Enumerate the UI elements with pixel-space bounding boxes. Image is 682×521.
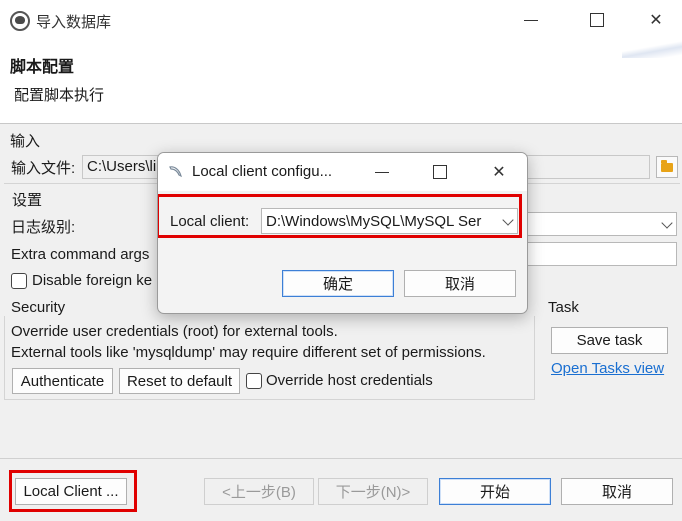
log-level-select[interactable] bbox=[520, 212, 677, 236]
minimize-icon[interactable] bbox=[519, 8, 543, 32]
folder-icon bbox=[661, 159, 673, 172]
disable-fk-label: Disable foreign ke bbox=[32, 272, 153, 289]
reset-to-default-button[interactable]: Reset to default bbox=[119, 368, 240, 394]
log-level-label: 日志级别: bbox=[11, 219, 76, 236]
page-subtitle: 配置脚本执行 bbox=[14, 87, 105, 104]
app-logo-icon bbox=[10, 11, 30, 31]
browse-file-button[interactable] bbox=[656, 156, 678, 178]
start-button[interactable]: 开始 bbox=[439, 478, 551, 505]
window-titlebar[interactable]: 导入数据库 ✕ bbox=[0, 0, 682, 40]
save-task-button[interactable]: Save task bbox=[551, 327, 668, 354]
override-host-checkbox[interactable] bbox=[246, 373, 262, 389]
task-group-label: Task bbox=[548, 299, 579, 316]
authenticate-button[interactable]: Authenticate bbox=[12, 368, 113, 394]
override-host-label: Override host credentials bbox=[266, 372, 433, 389]
input-file-label: 输入文件: bbox=[11, 160, 76, 177]
page-title: 脚本配置 bbox=[10, 59, 75, 76]
local-client-label: Local client: bbox=[170, 213, 250, 230]
security-text-line1: Override user credentials (root) for ext… bbox=[11, 323, 338, 340]
dialog-minimize-icon[interactable] bbox=[370, 160, 394, 184]
local-client-button[interactable]: Local Client ... bbox=[15, 478, 127, 505]
chevron-down-icon bbox=[502, 214, 514, 226]
footer-separator bbox=[0, 458, 682, 459]
local-client-value: D:\Windows\MySQL\MySQL Ser bbox=[266, 213, 482, 230]
dialog-close-icon[interactable]: ✕ bbox=[487, 160, 511, 184]
extra-args-label: Extra command args bbox=[11, 246, 150, 263]
local-client-dialog[interactable]: Local client configu... ✕ Local client: … bbox=[157, 152, 528, 314]
local-client-select[interactable]: D:\Windows\MySQL\MySQL Ser bbox=[261, 208, 518, 234]
chevron-down-icon bbox=[661, 217, 673, 229]
next-button[interactable]: 下一步(N)> bbox=[318, 478, 428, 505]
dialog-titlebar[interactable]: Local client configu... ✕ bbox=[158, 153, 527, 191]
disable-fk-checkbox[interactable] bbox=[11, 273, 27, 289]
dolphin-icon bbox=[169, 166, 182, 178]
dialog-cancel-button[interactable]: 取消 bbox=[404, 270, 516, 297]
settings-group-label: 设置 bbox=[12, 192, 43, 209]
close-icon[interactable]: ✕ bbox=[644, 8, 668, 32]
security-text-line2: External tools like 'mysqldump' may requ… bbox=[11, 344, 486, 361]
security-group-label: Security bbox=[11, 299, 66, 316]
maximize-icon[interactable] bbox=[585, 8, 609, 32]
previous-button[interactable]: <上一步(B) bbox=[204, 478, 314, 505]
open-tasks-view-link[interactable]: Open Tasks view bbox=[551, 360, 664, 377]
dialog-maximize-icon[interactable] bbox=[428, 160, 452, 184]
extra-args-input[interactable] bbox=[520, 242, 677, 266]
wizard-header: 脚本配置 配置脚本执行 bbox=[0, 40, 682, 124]
header-decoration bbox=[622, 40, 682, 58]
ok-button[interactable]: 确定 bbox=[282, 270, 394, 297]
cancel-button[interactable]: 取消 bbox=[561, 478, 673, 505]
dialog-title: Local client configu... bbox=[192, 163, 333, 180]
window-title: 导入数据库 bbox=[36, 14, 112, 31]
